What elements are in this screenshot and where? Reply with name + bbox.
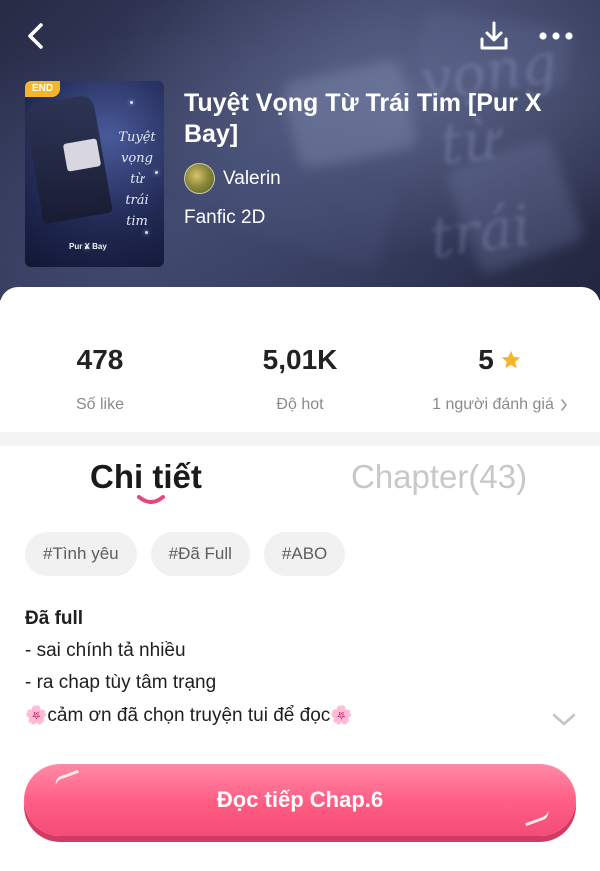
continue-reading-button[interactable]: Đọc tiếp Chap.6 (24, 764, 576, 836)
book-title: Tuyệt Vọng Từ Trái Tim [Pur X Bay] (184, 89, 542, 148)
tag-chip[interactable]: #ABO (263, 532, 346, 576)
genre-label: Fanfic 2D (184, 207, 266, 228)
author-name: Valerin (223, 167, 281, 189)
back-button[interactable] (16, 16, 56, 56)
cover-title-line: từ (130, 172, 144, 187)
hot-count: 5,01K (262, 344, 338, 375)
tab-chapter[interactable]: Chapter(43) (351, 458, 527, 496)
button-shine (53, 769, 81, 787)
likes-label: Số like (75, 396, 125, 413)
more-options-button[interactable] (536, 16, 576, 56)
description-line: - ra chap tùy tâm trạng (25, 672, 217, 693)
description-line-with-flowers: 🌸cảm ơn đã chọn truyện tui để đọc🌸 (25, 699, 545, 732)
flower-icon: 🌸 (25, 705, 48, 725)
flower-icon: 🌸 (330, 705, 353, 725)
rating-value: 5 (478, 344, 494, 375)
cover-title-line: trái (125, 193, 149, 208)
rating-label: 1 người đánh giá (432, 396, 554, 413)
description-line: cảm ơn đã chọn truyện tui để đọc (47, 705, 331, 726)
active-tab-indicator (137, 495, 165, 504)
tab-detail[interactable]: Chi tiết (90, 458, 202, 496)
rating-stat[interactable]: 5 1 người đánh giá (420, 344, 580, 414)
cover-sparkle (130, 101, 133, 104)
chevron-right-icon (561, 399, 567, 411)
rating-value-row: 5 (420, 344, 580, 376)
cover-title-line: vọng (121, 151, 153, 166)
cover-author-text: Pur X Bay (69, 242, 107, 251)
likes-count: 478 (76, 344, 124, 375)
more-horizontal-icon (539, 32, 573, 40)
download-icon (480, 21, 508, 50)
tag-chip[interactable]: #Đã Full (150, 532, 250, 576)
book-header: vọng từ trái Tuyệt vọng từ trái tim Pur … (0, 0, 600, 300)
end-badge: END (25, 81, 61, 97)
author-link[interactable]: Valerin (184, 163, 281, 194)
tag-list: #Tình yêu #Đã Full #ABO (25, 532, 346, 576)
cover-title-line: Tuyệt (118, 130, 156, 145)
chevron-down-icon (552, 713, 576, 726)
expand-description-button[interactable] (551, 712, 577, 733)
hot-stat: 5,01K Độ hot (230, 344, 370, 414)
background-text: trái (425, 193, 535, 272)
cover-art (62, 138, 102, 172)
tab-bar: Chi tiết Chapter(43) (0, 446, 600, 510)
book-cover[interactable]: Tuyệt vọng từ trái tim Pur X Bay END (25, 81, 164, 267)
description: Đã full - sai chính tả nhiều - ra chap t… (25, 603, 545, 732)
chevron-left-icon (28, 23, 43, 49)
description-line: - sai chính tả nhiều (25, 640, 186, 661)
cover-title-line: tim (126, 214, 148, 229)
button-shine (523, 809, 551, 827)
cover-title-art: Tuyệt vọng từ trái tim (113, 127, 161, 232)
likes-stat: 478 Số like (30, 344, 170, 414)
description-title: Đã full (25, 608, 84, 629)
download-button[interactable] (474, 16, 514, 56)
tag-chip[interactable]: #Tình yêu (25, 532, 137, 576)
rating-label-row: 1 người đánh giá (420, 396, 580, 414)
section-divider (0, 432, 600, 446)
star-icon (501, 350, 520, 369)
continue-reading-label: Đọc tiếp Chap.6 (216, 787, 384, 812)
hot-label: Độ hot (276, 396, 324, 413)
author-avatar (184, 163, 215, 194)
stats-row: 478 Số like 5,01K Độ hot 5 1 người đánh … (0, 287, 600, 432)
